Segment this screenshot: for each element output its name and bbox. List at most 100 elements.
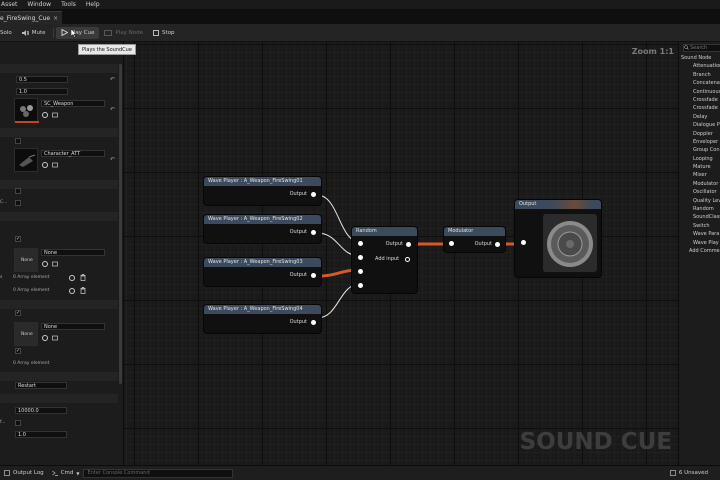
virtualization-select[interactable]: Restart bbox=[15, 382, 67, 389]
pitch-input[interactable]: 1.0 bbox=[16, 88, 68, 95]
palette-item[interactable]: Attenuation bbox=[693, 63, 720, 71]
palette-item[interactable]: Crossfade bbox=[693, 97, 720, 105]
palette-item[interactable]: Mixer bbox=[693, 172, 720, 180]
palette-item[interactable]: Doppler bbox=[693, 131, 720, 139]
palette-item[interactable]: Looping bbox=[693, 156, 720, 164]
browse-icon[interactable] bbox=[42, 162, 48, 168]
output-log-button[interactable]: Output Log bbox=[0, 470, 48, 476]
menu-tools[interactable]: Tools bbox=[61, 1, 76, 8]
input-pin-2[interactable] bbox=[358, 255, 363, 260]
attenuation-checkbox[interactable] bbox=[15, 138, 21, 144]
browse-icon[interactable] bbox=[42, 261, 48, 267]
option-checkbox-checked[interactable]: ✓ bbox=[15, 236, 21, 242]
console-command-input[interactable]: Enter Console Command bbox=[83, 468, 234, 478]
palette-item[interactable]: Dialogue Pl bbox=[693, 122, 720, 130]
add-input-icon[interactable] bbox=[405, 257, 410, 262]
reset-volume-icon[interactable]: ↶ bbox=[110, 76, 115, 83]
input-pin-3[interactable] bbox=[358, 269, 363, 274]
palette-item[interactable]: Wave Para bbox=[693, 231, 720, 239]
play-node-button[interactable]: Play Node bbox=[99, 27, 148, 39]
add-element-icon[interactable] bbox=[69, 288, 75, 294]
document-tab[interactable]: e_FireSwing_Cue × bbox=[0, 11, 63, 24]
wave-player-node-2[interactable]: Wave Player : A_Weapon_FireSwing02 Outpu… bbox=[204, 215, 321, 243]
folder-icon[interactable] bbox=[52, 162, 58, 168]
palette-add-comment[interactable]: Add Comment bbox=[689, 248, 720, 256]
solo-button[interactable]: Solo bbox=[0, 27, 17, 39]
option-checkbox-checked[interactable]: ✓ bbox=[15, 348, 21, 354]
trash-icon[interactable] bbox=[80, 274, 86, 281]
browse-icon[interactable] bbox=[42, 112, 48, 118]
input-pin-4[interactable] bbox=[358, 283, 363, 288]
wave-player-node-4[interactable]: Wave Player : A_Weapon_FireSwing04 Outpu… bbox=[204, 305, 321, 333]
menu-help[interactable]: Help bbox=[86, 1, 100, 8]
palette-item[interactable]: Concatenator bbox=[693, 80, 720, 88]
palette-item[interactable]: Random bbox=[693, 206, 720, 214]
priority-input[interactable]: 1.0 bbox=[15, 431, 67, 438]
none-thumbnail-b-label: None bbox=[21, 332, 33, 337]
input-pin[interactable] bbox=[521, 240, 526, 245]
folder-icon[interactable] bbox=[52, 335, 58, 341]
node-title: Modulator bbox=[444, 227, 505, 236]
option-checkbox[interactable] bbox=[15, 200, 21, 206]
mute-button[interactable]: Mute bbox=[17, 27, 51, 39]
unsaved-indicator[interactable]: 6 Unsaved bbox=[670, 470, 708, 476]
play-cue-button[interactable]: Play Cue bbox=[55, 26, 100, 39]
stop-button[interactable]: Stop bbox=[148, 27, 180, 39]
attenuation-select[interactable]: Character_ATT bbox=[41, 150, 105, 157]
output-log-icon bbox=[4, 470, 10, 476]
palette-item[interactable]: Switch bbox=[693, 223, 720, 231]
play-node-icon bbox=[104, 29, 113, 36]
output-pin[interactable] bbox=[311, 273, 316, 278]
palette-item[interactable]: Enveloper bbox=[693, 139, 720, 147]
input-pin-1[interactable] bbox=[358, 241, 363, 246]
input-pin[interactable] bbox=[449, 241, 454, 246]
output-pin[interactable] bbox=[311, 192, 316, 197]
menu-asset[interactable]: Asset bbox=[1, 1, 17, 8]
palette-item[interactable]: SoundClass bbox=[693, 214, 720, 222]
option-checkbox-checked[interactable]: ✓ bbox=[15, 310, 21, 316]
palette-item[interactable]: Group Con bbox=[693, 147, 720, 155]
palette-item[interactable]: Quality Lev bbox=[693, 198, 720, 206]
palette-item[interactable]: Crossfade bbox=[693, 105, 720, 113]
sound-class-select[interactable]: SC_Weapon bbox=[41, 100, 105, 107]
option-checkbox[interactable] bbox=[15, 188, 21, 194]
folder-icon[interactable] bbox=[52, 112, 58, 118]
output-pin[interactable] bbox=[495, 242, 500, 247]
reset-attenuation-icon[interactable]: ↶ bbox=[110, 156, 115, 163]
output-pin[interactable] bbox=[311, 320, 316, 325]
palette-item[interactable]: Modulator bbox=[693, 181, 720, 189]
browse-icon[interactable] bbox=[42, 335, 48, 341]
none-select-b[interactable]: None bbox=[41, 323, 105, 330]
trash-icon[interactable] bbox=[80, 287, 86, 294]
volume-input[interactable]: 0.5 bbox=[16, 76, 68, 83]
sound-cue-graph[interactable]: Zoom 1:1 SOUND CUE Wave Player : A_Weapo… bbox=[124, 42, 678, 465]
wave-player-node-1[interactable]: Wave Player : A_Weapon_FireSwing01 Outpu… bbox=[204, 177, 321, 205]
palette-item[interactable]: Delay bbox=[693, 114, 720, 122]
palette-item[interactable]: Oscillator bbox=[693, 189, 720, 197]
palette-item[interactable]: Branch bbox=[693, 72, 720, 80]
output-node[interactable]: Output bbox=[515, 200, 601, 277]
node-title: Wave Player : A_Weapon_FireSwing01 bbox=[204, 177, 321, 186]
palette-category-sound-node[interactable]: Sound Node bbox=[681, 55, 720, 63]
palette-panel: Search Sound Node Attenuation Branch Con… bbox=[678, 42, 720, 465]
close-tab-icon[interactable]: × bbox=[53, 15, 58, 22]
max-distance-input[interactable]: 10000.0 bbox=[15, 407, 67, 414]
menu-window[interactable]: Window bbox=[27, 1, 51, 8]
add-element-icon[interactable] bbox=[69, 275, 75, 281]
none-select-a[interactable]: None bbox=[41, 249, 105, 256]
modulator-node[interactable]: Modulator Output bbox=[444, 227, 505, 252]
option-checkbox[interactable] bbox=[15, 420, 21, 426]
random-node[interactable]: Random Output Add input bbox=[352, 227, 417, 293]
folder-icon[interactable] bbox=[52, 261, 58, 267]
cmd-dropdown[interactable]: Cmd ▼ bbox=[48, 470, 84, 476]
sound-class-thumbnail bbox=[14, 98, 39, 123]
details-scrollbar[interactable] bbox=[119, 64, 122, 384]
reset-sound-class-icon[interactable]: ↶ bbox=[110, 106, 115, 113]
output-pin[interactable] bbox=[311, 230, 316, 235]
wave-player-node-3[interactable]: Wave Player : A_Weapon_FireSwing03 Outpu… bbox=[204, 258, 321, 286]
output-pin[interactable] bbox=[406, 242, 411, 247]
add-input-label: Add input bbox=[375, 256, 400, 262]
palette-item[interactable]: Wave Play bbox=[693, 240, 720, 248]
palette-item[interactable]: Mature bbox=[693, 164, 720, 172]
palette-item[interactable]: Continuous bbox=[693, 89, 720, 97]
